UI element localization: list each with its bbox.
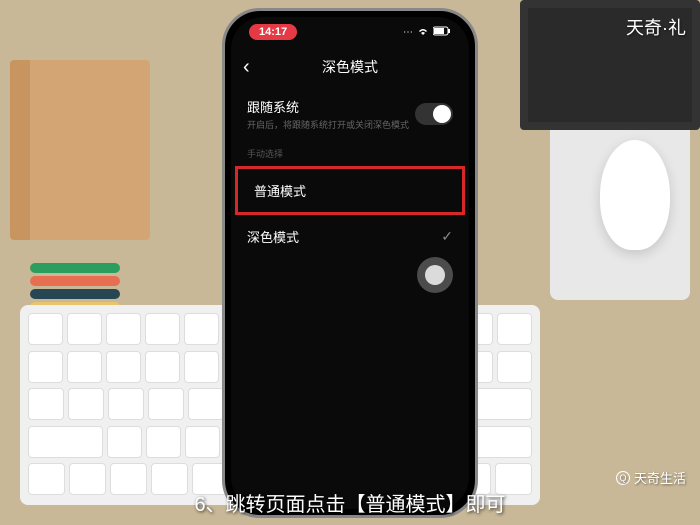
mouse-prop xyxy=(600,140,670,250)
signal-icon: ⋯ xyxy=(403,27,413,38)
option-normal-label: 普通模式 xyxy=(254,181,306,200)
phone-frame: 14:17 ⋯ ‹ 深色模式 跟随系统 开启后，将跟随系统打开或关闭深色模式 xyxy=(222,8,478,518)
follow-system-label: 跟随系统 xyxy=(247,97,409,116)
status-bar: 14:17 ⋯ xyxy=(231,17,469,47)
notebook-prop xyxy=(10,60,150,240)
option-dark-label: 深色模式 xyxy=(247,227,299,246)
checkmark-icon: ✓ xyxy=(441,228,453,245)
manual-select-label: 手动选择 xyxy=(231,141,469,166)
assistive-touch-button[interactable] xyxy=(417,257,453,293)
option-normal-mode[interactable]: 普通模式 xyxy=(235,166,465,215)
nav-header: ‹ 深色模式 xyxy=(231,47,469,87)
back-icon[interactable]: ‹ xyxy=(243,56,250,79)
follow-system-description: 开启后，将跟随系统打开或关闭深色模式 xyxy=(247,118,409,131)
battery-icon xyxy=(433,26,451,39)
status-icons: ⋯ xyxy=(403,26,451,39)
follow-system-toggle[interactable] xyxy=(415,103,453,125)
wifi-icon xyxy=(417,26,429,39)
watermark-bottom-right: Q 天奇生活 xyxy=(616,468,686,487)
follow-system-row[interactable]: 跟随系统 开启后，将跟随系统打开或关闭深色模式 xyxy=(231,87,469,141)
watermark-text: 天奇生活 xyxy=(634,468,686,487)
phone-screen: 14:17 ⋯ ‹ 深色模式 跟随系统 开启后，将跟随系统打开或关闭深色模式 xyxy=(231,17,469,509)
watermark-logo-icon: Q xyxy=(616,471,630,485)
watermark-top-right: 天奇·礼 xyxy=(626,14,686,40)
page-title: 深色模式 xyxy=(322,57,378,77)
follow-system-text: 跟随系统 开启后，将跟随系统打开或关闭深色模式 xyxy=(247,97,409,131)
option-dark-mode[interactable]: 深色模式 ✓ xyxy=(231,215,469,258)
status-time: 14:17 xyxy=(249,24,297,40)
instruction-caption: 6、跳转页面点击【普通模式】即可 xyxy=(194,488,505,517)
